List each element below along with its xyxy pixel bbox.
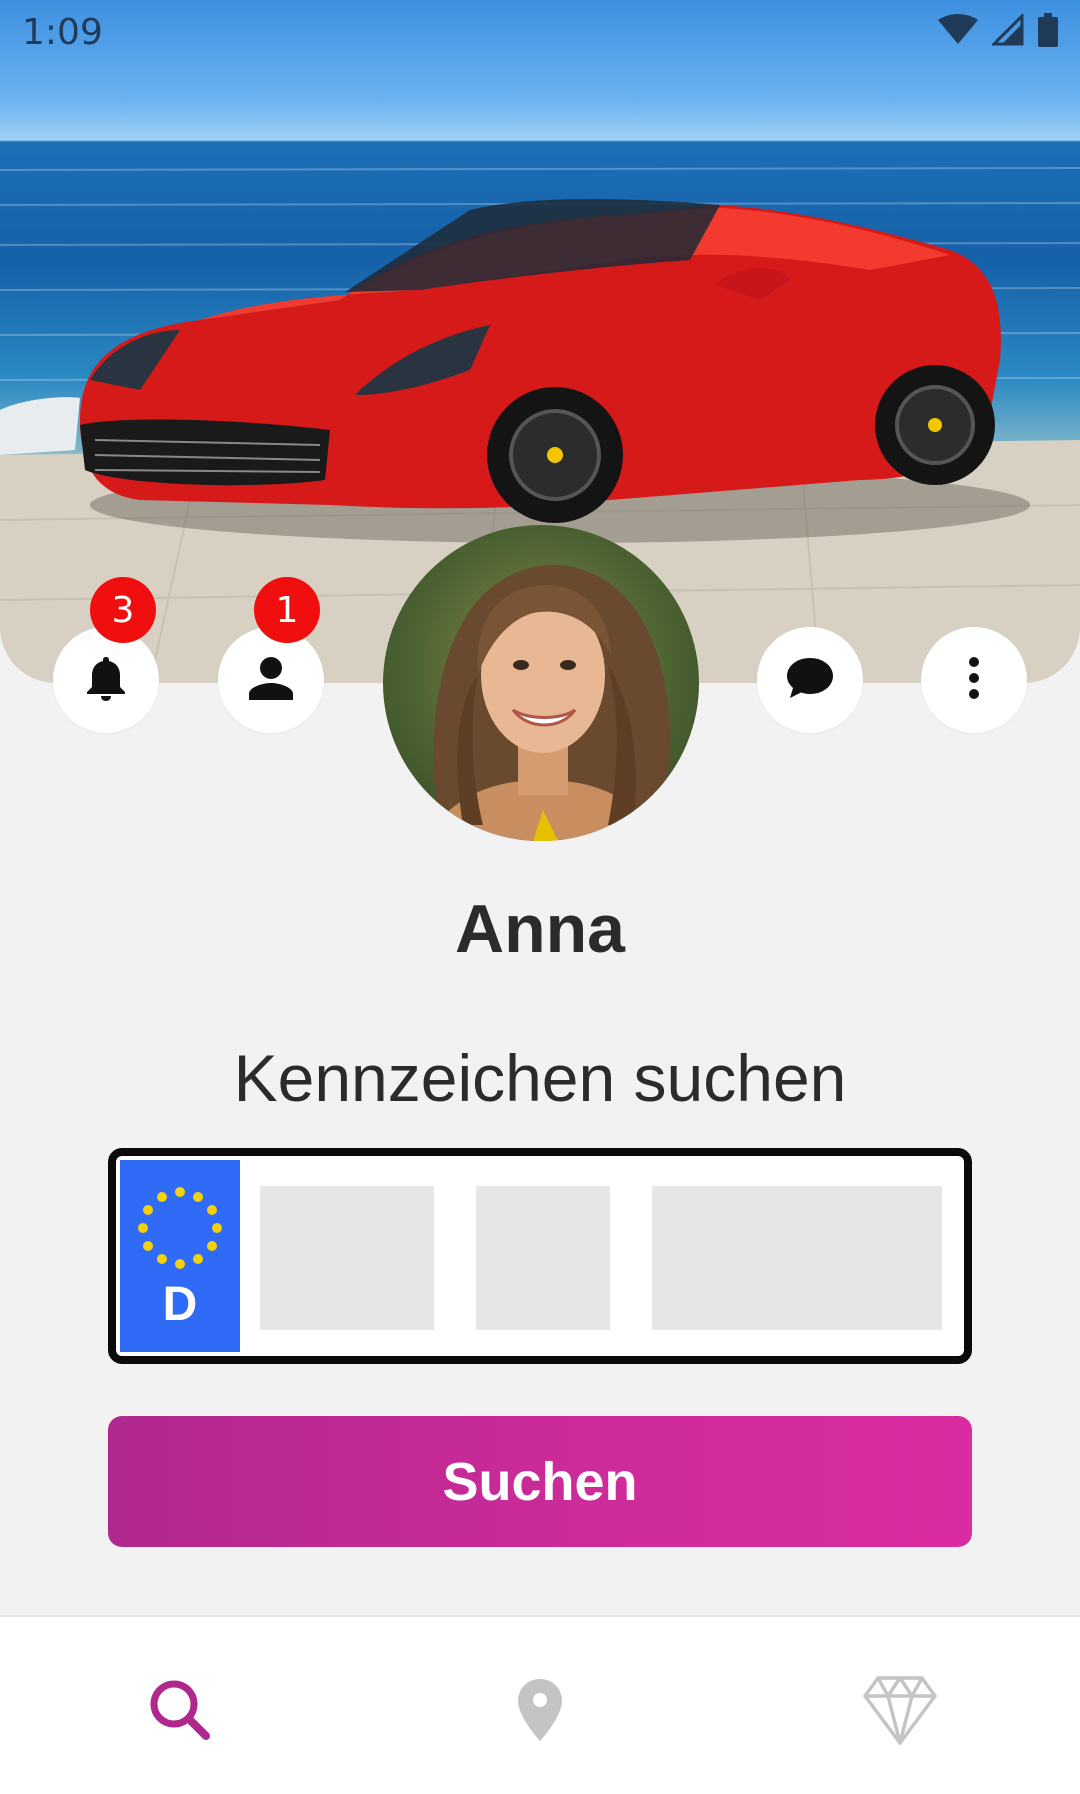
license-plate-input: D <box>108 1148 972 1364</box>
profile-photo <box>423 565 670 841</box>
eu-stars-icon <box>138 1187 222 1269</box>
plate-numbers-field[interactable] <box>652 1186 942 1330</box>
friend-requests-button[interactable] <box>218 627 324 733</box>
avatar[interactable] <box>383 525 699 841</box>
status-bar: 1:09 <box>0 0 1080 64</box>
notifications-button[interactable] <box>53 627 159 733</box>
nav-premium[interactable] <box>855 1667 945 1757</box>
notifications-badge: 3 <box>90 577 156 643</box>
country-code: D <box>162 1278 198 1331</box>
search-icon <box>148 1678 212 1747</box>
signal-icon <box>990 11 1024 51</box>
diamond-icon <box>862 1674 938 1751</box>
bottom-navigation <box>0 1615 1080 1794</box>
more-options-button[interactable] <box>921 627 1027 733</box>
bell-icon <box>84 655 128 706</box>
friend-requests-badge: 1 <box>254 577 320 643</box>
plate-district-field[interactable] <box>260 1186 434 1330</box>
search-button[interactable]: Suchen <box>108 1416 972 1547</box>
location-pin-icon <box>516 1677 564 1748</box>
nav-search[interactable] <box>135 1667 225 1757</box>
user-name: Anna <box>455 891 625 967</box>
person-icon <box>249 656 293 705</box>
eu-band: D <box>120 1160 240 1352</box>
battery-icon <box>1038 12 1058 52</box>
messages-button[interactable] <box>757 627 863 733</box>
more-vertical-icon <box>968 656 980 705</box>
status-icons <box>938 11 1058 52</box>
status-time: 1:09 <box>22 11 103 53</box>
search-heading: Kennzeichen suchen <box>233 1041 847 1115</box>
wifi-icon <box>938 13 978 51</box>
nav-map[interactable] <box>495 1667 585 1757</box>
chat-bubble-icon <box>786 656 834 705</box>
plate-letters-field[interactable] <box>476 1186 610 1330</box>
